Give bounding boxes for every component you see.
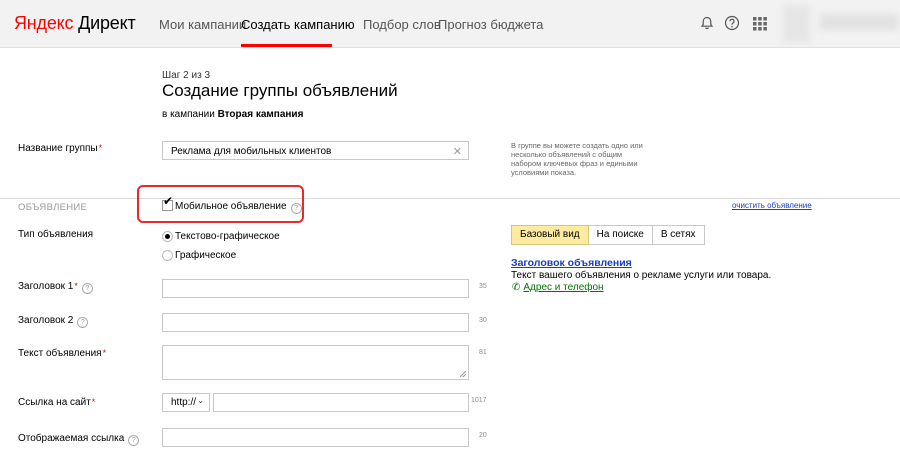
top-bar: Яндекс Директ Мои кампании Создать кампа…: [0, 0, 900, 48]
group-name-value: Реклама для мобильных клиентов: [171, 146, 332, 157]
section-divider: [0, 198, 900, 199]
display-url-counter: 20: [479, 432, 487, 439]
nav-my-campaigns[interactable]: Мои кампании: [159, 17, 246, 32]
step-indicator: Шаг 2 из 3: [162, 70, 211, 81]
url-label: Ссылка на сайт*: [18, 397, 96, 408]
group-name-label: Название группы*: [18, 143, 103, 154]
nav-create-campaign[interactable]: Создать кампанию: [241, 17, 355, 32]
page-title: Создание группы объявлений: [162, 81, 398, 100]
help-icon[interactable]: ?: [128, 435, 140, 446]
title1-label: Заголовок 1*?: [18, 281, 93, 294]
protocol-value: http://: [171, 397, 197, 408]
highlight-frame: [137, 185, 304, 223]
avatar[interactable]: [783, 5, 810, 43]
user-account[interactable]: [820, 14, 898, 30]
ad-text-input[interactable]: [162, 345, 469, 380]
nav-keyword-selection[interactable]: Подбор слов: [363, 17, 441, 32]
logo-yandex: Яндекс: [14, 13, 74, 33]
title2-counter: 30: [479, 317, 487, 324]
campaign-name: Вторая кампания: [217, 109, 304, 120]
clear-icon[interactable]: ✕: [453, 145, 462, 158]
chevron-down-icon: ⌄: [197, 396, 204, 405]
required-mark: *: [98, 143, 103, 153]
preview-ad-text: Текст вашего объявления о рекламе услуги…: [511, 270, 772, 281]
group-name-input[interactable]: Реклама для мобильных клиентов ✕: [162, 141, 469, 160]
preview-contact-link[interactable]: ✆ Адрес и телефон: [512, 282, 604, 293]
logo-direct: Директ: [73, 13, 136, 33]
display-url-label: Отображаемая ссылка?: [18, 433, 140, 446]
radio-graphic-label[interactable]: Графическое: [175, 250, 236, 261]
ad-text-label: Текст объявления*: [18, 348, 107, 359]
preview-tabs: Базовый вид На поиске В сетях: [511, 225, 705, 245]
radio-graphic[interactable]: [162, 250, 173, 261]
url-input[interactable]: [213, 393, 469, 412]
bell-icon[interactable]: [699, 15, 715, 31]
yandex-direct-logo[interactable]: Яндекс Директ: [14, 13, 136, 34]
resize-handle-icon[interactable]: [460, 371, 466, 377]
group-hint: В группе вы можете создать одно или неск…: [511, 141, 643, 177]
title1-input[interactable]: [162, 279, 469, 298]
clear-ad-link[interactable]: очистить объявление: [732, 201, 812, 210]
help-icon[interactable]: [724, 15, 740, 31]
help-icon[interactable]: ?: [81, 283, 93, 294]
phone-icon: ✆: [512, 282, 521, 293]
section-title-ad: ОБЪЯВЛЕНИЕ: [18, 202, 88, 213]
protocol-select[interactable]: http:// ⌄: [162, 393, 210, 412]
radio-text-graphic[interactable]: [162, 231, 173, 242]
radio-text-graphic-label[interactable]: Текстово-графическое: [175, 231, 280, 242]
help-icon[interactable]: ?: [77, 317, 89, 328]
title2-input[interactable]: [162, 313, 469, 332]
tab-basic-view[interactable]: Базовый вид: [511, 225, 589, 245]
campaign-caption: в кампании Вторая кампания: [162, 109, 303, 120]
preview-ad-title[interactable]: Заголовок объявления: [511, 257, 632, 269]
tab-in-networks[interactable]: В сетях: [652, 225, 705, 245]
title2-label: Заголовок 2?: [18, 315, 89, 328]
url-counter: 1017: [471, 397, 487, 404]
apps-grid-icon[interactable]: [752, 15, 768, 31]
campaign-prefix: в кампании: [162, 109, 218, 120]
ad-text-counter: 81: [479, 349, 487, 356]
tab-on-search[interactable]: На поиске: [588, 225, 653, 245]
nav-budget-forecast[interactable]: Прогноз бюджета: [438, 17, 543, 32]
ad-type-label: Тип объявления: [18, 229, 94, 240]
display-url-input[interactable]: [162, 428, 469, 447]
title1-counter: 35: [479, 283, 487, 290]
active-nav-indicator: [241, 44, 332, 47]
